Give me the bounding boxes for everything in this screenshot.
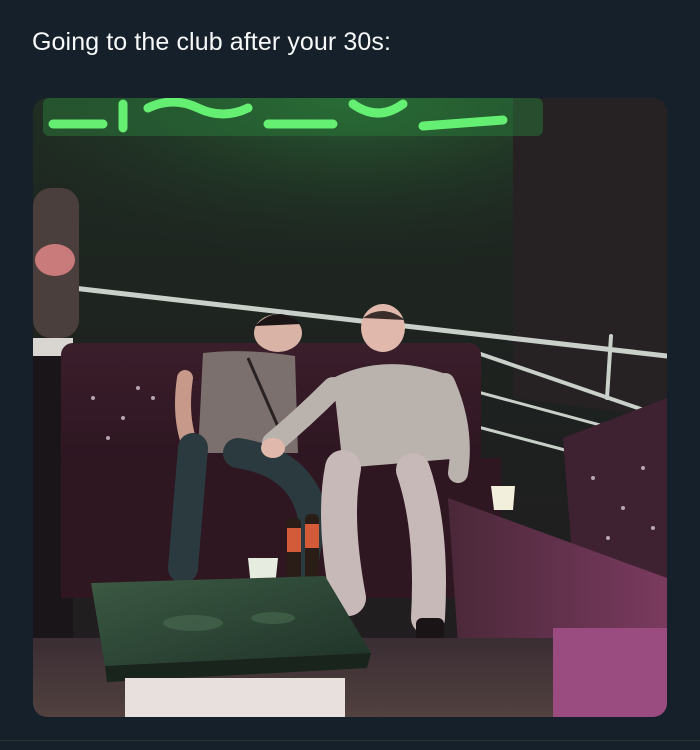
tweet-card: Going to the club after your 30s: [0, 0, 700, 750]
post-media-photo[interactable] [33, 98, 667, 717]
nightclub-photo [33, 98, 667, 717]
post-text: Going to the club after your 30s: [32, 28, 392, 56]
side-wall [513, 98, 667, 418]
club-table [91, 576, 371, 717]
neon-sign [43, 98, 543, 136]
divider [0, 740, 700, 741]
